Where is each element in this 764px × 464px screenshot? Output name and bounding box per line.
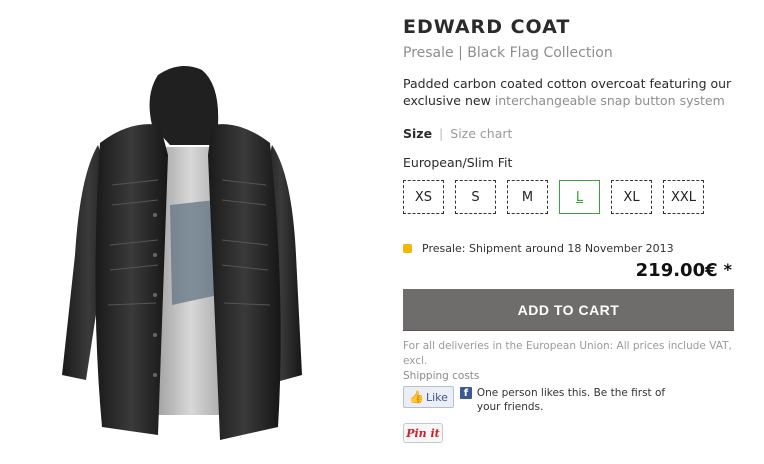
price-amount: 219.00€ — [635, 260, 718, 281]
description-highlight: interchangeable snap button system — [494, 93, 725, 108]
facebook-like-button[interactable]: 👍 Like — [403, 386, 454, 408]
presale-dot-icon — [403, 244, 412, 253]
pinterest-pin-button[interactable]: Pin it — [403, 423, 443, 443]
size-option-l[interactable]: L — [559, 180, 600, 214]
price: 219.00€ * — [636, 260, 732, 281]
size-option-xxl[interactable]: XXL — [663, 180, 704, 214]
shipping-costs-link[interactable]: Shipping costs — [403, 370, 479, 382]
presale-text: Presale: Shipment around 18 November 201… — [422, 242, 674, 255]
price-marker: * — [723, 260, 732, 279]
product-subtitle: Presale | Black Flag Collection — [403, 45, 613, 61]
size-options: XS S M L XL XXL — [403, 180, 715, 214]
presale-notice: Presale: Shipment around 18 November 201… — [403, 242, 674, 255]
like-label: Like — [425, 390, 448, 404]
product-description: Padded carbon coated cotton overcoat fea… — [403, 75, 738, 109]
like-text: One person likes this. Be the first of y… — [476, 387, 666, 413]
coat-image — [62, 66, 302, 440]
size-chart-link[interactable]: Size chart — [450, 126, 512, 141]
fit-label: European/Slim Fit — [403, 155, 513, 170]
thumbs-up-icon: 👍 — [409, 390, 424, 404]
size-option-m[interactable]: M — [507, 180, 548, 214]
product-image — [40, 55, 340, 464]
add-to-cart-button[interactable]: ADD TO CART — [403, 289, 734, 330]
size-header: Size | Size chart — [403, 126, 512, 141]
facebook-like-widget: 👍 Like f One person likes this. Be the f… — [403, 386, 682, 414]
size-option-xs[interactable]: XS — [403, 180, 444, 214]
vat-note: For all deliveries in the European Union… — [403, 339, 743, 384]
facebook-icon: f — [459, 387, 472, 399]
size-label: Size — [403, 126, 433, 141]
size-option-s[interactable]: S — [455, 180, 496, 214]
size-separator: | — [439, 126, 444, 141]
vat-text: For all deliveries in the European Union… — [403, 340, 732, 367]
product-title: EDWARD COAT — [403, 16, 571, 38]
size-option-xl[interactable]: XL — [611, 180, 652, 214]
